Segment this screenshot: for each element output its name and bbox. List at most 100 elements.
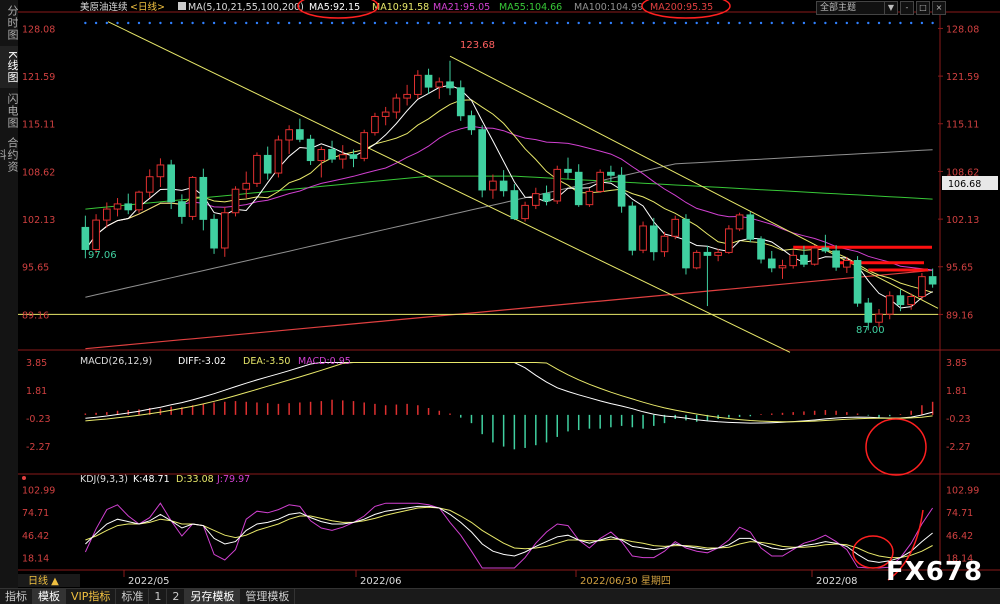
candle-body [703, 251, 712, 256]
candle-body [296, 129, 304, 140]
event-dot [405, 21, 409, 25]
kdj-j-value: J:79.97 [216, 474, 250, 485]
candle-body [220, 212, 229, 249]
date-label: 2022/06/30 星期四 [580, 575, 671, 587]
candle-body [649, 225, 658, 253]
candle-body [113, 203, 122, 210]
close-button[interactable]: × [932, 1, 946, 15]
macd-tick-label-left: -2.27 [26, 442, 51, 453]
price-tick-label-right: 89.16 [946, 310, 973, 321]
candle-body [328, 149, 336, 160]
event-dot [255, 21, 259, 25]
event-dot [363, 21, 366, 25]
macd-label: MACD(26,12,9) [80, 356, 152, 367]
event-dot [631, 21, 634, 25]
candle-body [639, 225, 647, 251]
sidebar-tab[interactable]: 合约资料 [0, 134, 19, 176]
price-tick-label-left: 121.59 [22, 72, 55, 83]
sidebar-tab[interactable]: 分时图 [0, 2, 19, 44]
event-dot [813, 21, 816, 25]
event-dot [137, 21, 141, 25]
dropdown-button[interactable]: ▼ [884, 1, 898, 15]
price-tick-label-left: 115.11 [22, 120, 55, 131]
event-dot [212, 21, 216, 25]
kdj-settings-icon[interactable] [22, 476, 26, 480]
event-dot [169, 21, 173, 25]
bottom-tab-bar: 指标 模板 VIP指标 标准 1 2 另存模板 管理模板 [0, 588, 1000, 604]
event-dot [470, 21, 473, 25]
event-dot [277, 21, 280, 25]
candle-body [692, 251, 701, 269]
price-tick-label-left: 95.65 [22, 263, 49, 274]
candle-body [446, 81, 454, 89]
event-dot [266, 21, 269, 25]
event-dot [759, 21, 763, 25]
event-dot [727, 21, 731, 25]
candle-body [306, 138, 315, 162]
candle-body [531, 193, 540, 206]
candle-body [102, 208, 111, 221]
bottom-tab[interactable]: 1 [149, 589, 168, 604]
event-dot [148, 21, 151, 25]
kdj-k-value: K:48.71 [133, 474, 170, 485]
event-dot [577, 21, 580, 25]
candle-body [81, 226, 90, 250]
kline-chart[interactable]: 美原油连续 <日线> MA(5,10,21,55,100,200) MA5:92.15… [18, 0, 1000, 588]
event-dot [116, 21, 119, 25]
candle-body [510, 190, 519, 220]
bottom-tab[interactable]: VIP指标 [66, 589, 117, 604]
event-dot [598, 21, 602, 25]
event-dot [459, 21, 462, 25]
maximize-button[interactable]: □ [916, 1, 930, 15]
candle-body [574, 171, 583, 206]
low-price-annotation-left: 97.06 [88, 250, 117, 261]
candle-body [542, 193, 551, 202]
price-tick-label-right: 121.59 [946, 72, 979, 83]
ma-settings-icon[interactable] [178, 2, 186, 10]
event-dot [127, 21, 130, 25]
kdj-tick-label-right: 74.71 [946, 508, 973, 519]
event-dot [448, 21, 452, 25]
ma-value-label: MA200:95.35 [650, 2, 713, 13]
bottom-tab[interactable]: 指标 [0, 589, 33, 604]
candle-body [778, 265, 787, 269]
chart-background [18, 0, 1000, 588]
bottom-tab[interactable]: 标准 [116, 589, 150, 604]
event-dot [824, 21, 827, 25]
sidebar-tab[interactable]: 闪电图 [0, 90, 19, 132]
candle-body [489, 180, 497, 191]
candle-body [864, 302, 873, 323]
candle-body [553, 168, 562, 202]
event-dot [652, 21, 655, 25]
candle-body [167, 164, 175, 203]
theme-select[interactable]: 全部主题 [816, 1, 885, 15]
bottom-tab[interactable]: 管理模板 [240, 589, 296, 604]
event-dot [674, 21, 677, 25]
bottom-tab[interactable]: 另存模板 [185, 589, 241, 604]
candle-body [199, 176, 208, 220]
candle-body [435, 81, 444, 88]
event-dot [438, 21, 441, 25]
event-dot [899, 21, 902, 25]
macd-diff-value: DIFF:-3.02 [178, 356, 226, 367]
ma-value-label: MA5:92.15 [309, 2, 360, 13]
candle-body [156, 164, 165, 178]
candle-body [499, 180, 508, 192]
event-dot [298, 21, 302, 25]
candle-body [660, 235, 669, 253]
candle-body [403, 93, 411, 99]
bottom-tab[interactable]: 模板 [33, 589, 66, 604]
event-dot [373, 21, 377, 25]
event-dot [416, 21, 420, 25]
minimize-button[interactable]: - [900, 1, 914, 15]
candle-body [628, 205, 637, 251]
candle-body [896, 295, 905, 306]
event-dot [202, 21, 205, 25]
candle-body [424, 74, 433, 88]
event-dot [738, 21, 741, 25]
candle-body [338, 154, 347, 160]
bottom-tab[interactable]: 2 [167, 589, 186, 604]
event-dot [749, 21, 752, 25]
candle-body [274, 139, 283, 174]
sidebar-tab[interactable]: K线图 [0, 46, 19, 88]
